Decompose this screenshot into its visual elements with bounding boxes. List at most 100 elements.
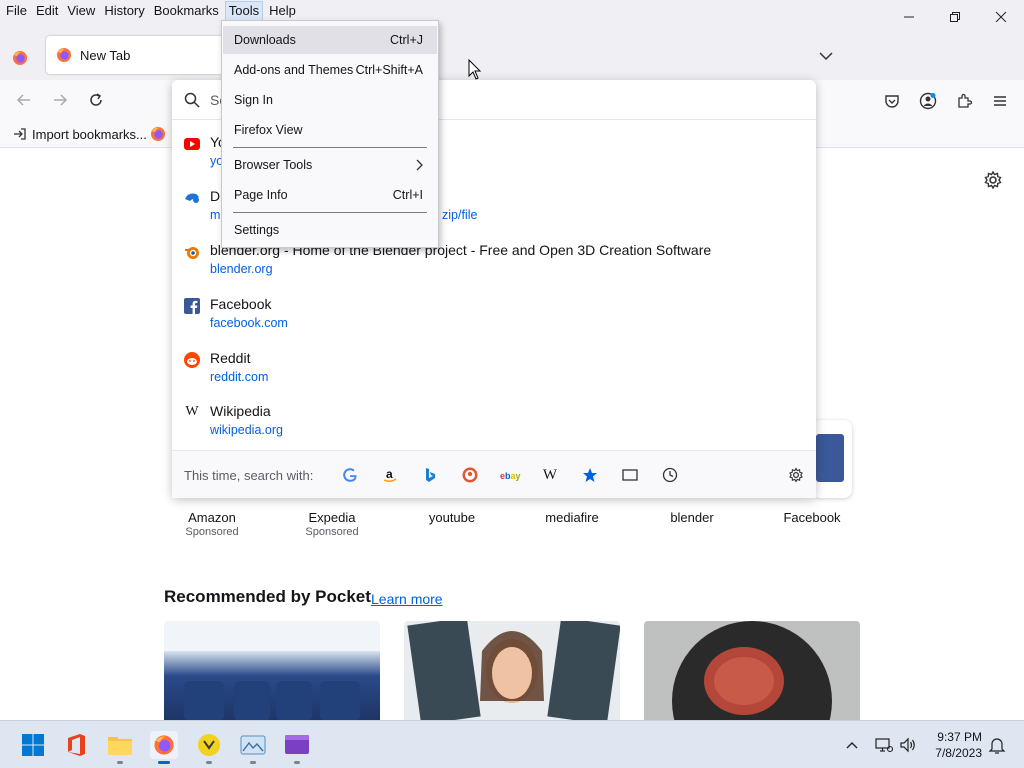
wikipedia-engine-icon[interactable]: W: [540, 465, 560, 485]
tab-strip: New Tab: [0, 22, 1024, 80]
top-site-expedia[interactable]: Expedia: [282, 510, 382, 525]
svg-text:ebay: ebay: [500, 471, 521, 481]
account-button[interactable]: [917, 90, 939, 112]
gear-icon[interactable]: [983, 170, 1003, 190]
menuitem-addons[interactable]: Add-ons and Themes Ctrl+Shift+A: [223, 56, 437, 84]
chevron-down-icon[interactable]: [814, 48, 838, 64]
notification-bell-icon: [988, 738, 1006, 754]
top-site-mediafire[interactable]: mediafire: [522, 510, 622, 525]
menu-bar: File Edit View History Bookmarks Tools H…: [0, 0, 1024, 23]
top-site-youtube[interactable]: youtube: [402, 510, 502, 525]
pocket-button[interactable]: [881, 90, 903, 112]
yellow-app-icon: [198, 734, 220, 756]
blender-icon: [184, 244, 200, 260]
speaker-icon: [900, 737, 915, 753]
menuitem-sign-in[interactable]: Sign In: [223, 86, 437, 114]
pocket-card-image[interactable]: [164, 621, 380, 721]
ebay-icon[interactable]: ebay: [500, 465, 522, 485]
downloads-site-icon: [184, 190, 200, 206]
google-icon[interactable]: [340, 465, 360, 485]
pocket-card-image[interactable]: [644, 621, 860, 721]
suggestion-title: Reddit: [210, 350, 251, 366]
back-button[interactable]: [14, 90, 34, 110]
suggestion-row[interactable]: blender.org - Home of the Blender projec…: [172, 242, 816, 294]
history-clock-icon[interactable]: [660, 465, 680, 485]
menuitem-label: Add-ons and Themes: [234, 63, 354, 77]
pocket-card-image[interactable]: [404, 621, 620, 721]
account-icon: [919, 92, 937, 110]
chevron-right-icon: [416, 159, 423, 171]
tabs-icon[interactable]: [620, 465, 640, 485]
import-bookmarks-button[interactable]: Import bookmarks...: [12, 124, 147, 144]
forward-button[interactable]: [50, 90, 70, 110]
suggestion-row[interactable]: W Wikipedia wikipedia.org: [172, 403, 816, 455]
import-icon: [14, 128, 26, 140]
running-indicator: [294, 761, 300, 764]
reload-button[interactable]: [86, 90, 106, 110]
taskbar-clock[interactable]: 9:37 PM 7/8/2023: [922, 729, 982, 761]
top-site-blender[interactable]: blender: [642, 510, 742, 525]
suggestion-row[interactable]: Facebook facebook.com: [172, 296, 816, 348]
tray-overflow-button[interactable]: [842, 735, 862, 755]
menuitem-firefox-view[interactable]: Firefox View: [223, 116, 437, 144]
active-indicator: [158, 761, 170, 764]
menu-view[interactable]: View: [64, 1, 98, 21]
taskbar-firefox[interactable]: [150, 731, 178, 759]
extensions-button[interactable]: [953, 90, 975, 112]
taskbar-file-explorer[interactable]: [106, 731, 134, 759]
menuitem-page-info[interactable]: Page Info Ctrl+I: [223, 181, 437, 209]
youtube-icon: [184, 136, 200, 152]
start-button[interactable]: [19, 731, 47, 759]
menu-file[interactable]: File: [3, 1, 30, 21]
menu-history[interactable]: History: [101, 1, 147, 21]
bookmark-star-icon[interactable]: [580, 465, 600, 485]
chevron-up-icon: [846, 742, 858, 749]
firefox-icon: [151, 127, 165, 141]
pocket-heading: Recommended by Pocket: [164, 587, 371, 606]
menu-bookmarks[interactable]: Bookmarks: [151, 1, 222, 21]
grilled-steak-image: [672, 621, 832, 721]
clock-date: 7/8/2023: [935, 746, 982, 760]
menu-tools[interactable]: Tools: [224, 1, 264, 21]
network-button[interactable]: [874, 735, 894, 755]
taskbar-office[interactable]: [62, 731, 90, 759]
menu-edit[interactable]: Edit: [33, 1, 61, 21]
hamburger-icon: [994, 96, 1006, 106]
duckduckgo-icon[interactable]: [460, 465, 480, 485]
video-editor-icon: [285, 735, 309, 754]
menuitem-accel: Ctrl+J: [390, 33, 423, 47]
suggestion-title: Wikipedia: [210, 403, 271, 419]
tab-new-tab[interactable]: New Tab: [46, 36, 226, 74]
menuitem-browser-tools[interactable]: Browser Tools: [223, 151, 437, 179]
top-site-facebook-tile[interactable]: [812, 420, 852, 498]
bookmark-firefox[interactable]: [150, 124, 166, 144]
volume-button[interactable]: [898, 735, 918, 755]
taskbar-photos[interactable]: [239, 731, 267, 759]
suggestion-row[interactable]: Reddit reddit.com: [172, 350, 816, 402]
firefox-icon: [57, 48, 71, 62]
menuitem-downloads[interactable]: Downloads Ctrl+J: [223, 26, 437, 54]
airplane-seats-image: [164, 621, 380, 721]
menuitem-label: Settings: [234, 223, 280, 237]
taskbar-clipchamp[interactable]: [283, 731, 311, 759]
top-site-facebook[interactable]: Facebook: [762, 510, 862, 525]
arrow-right-icon: [54, 94, 68, 106]
menu-separator: [233, 147, 427, 148]
mouse-cursor-icon: [468, 59, 482, 80]
taskbar-app-yellow[interactable]: [195, 731, 223, 759]
arrow-left-icon: [16, 94, 30, 106]
photos-icon: [240, 735, 266, 755]
learn-more-link[interactable]: Learn more: [371, 591, 443, 607]
import-bookmarks-label: Import bookmarks...: [32, 126, 147, 142]
notifications-button[interactable]: [987, 735, 1007, 755]
running-indicator: [206, 761, 212, 764]
amazon-icon[interactable]: a: [380, 465, 400, 485]
search-settings-gear-icon[interactable]: [786, 465, 806, 485]
windows-logo-icon: [22, 734, 44, 756]
firefox-view-icon[interactable]: [12, 50, 28, 66]
menu-help[interactable]: Help: [266, 1, 299, 21]
top-site-amazon[interactable]: Amazon: [162, 510, 262, 525]
app-menu-button[interactable]: [989, 90, 1011, 112]
bing-icon[interactable]: [420, 465, 440, 485]
menuitem-settings[interactable]: Settings: [223, 216, 437, 244]
